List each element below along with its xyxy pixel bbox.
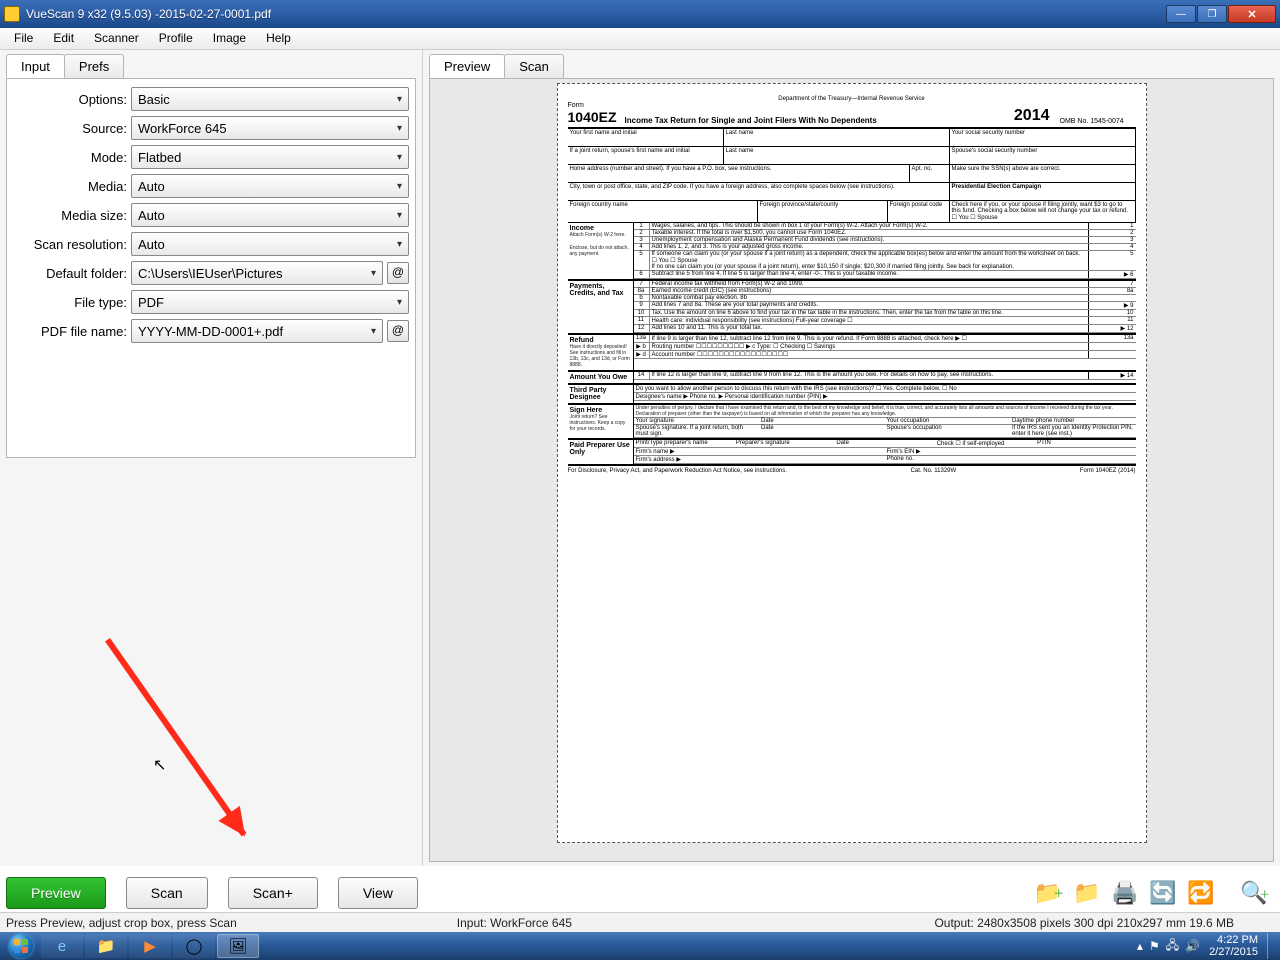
window-titlebar: VueScan 9 x32 (9.5.03) -2015-02-27-0001.… [0,0,1280,28]
select-mode[interactable]: Flatbed [131,145,409,169]
label-media: Media: [7,179,131,194]
tray-flag-icon[interactable]: ⚑ [1149,939,1160,953]
show-desktop-button[interactable] [1267,933,1275,959]
mouse-cursor-icon: ↖ [153,755,166,775]
printer-icon[interactable]: 🖨️ [1110,878,1140,908]
status-output: Output: 2480x3508 pixels 300 dpi 210x297… [934,916,1234,930]
label-filetype: File type: [7,295,131,310]
select-filetype[interactable]: PDF [131,290,409,314]
rotate-right-icon[interactable]: 🔁 [1186,878,1216,908]
menu-scanner[interactable]: Scanner [84,28,149,49]
minimize-button[interactable]: — [1166,5,1196,23]
select-mediasize[interactable]: Auto [131,203,409,227]
maximize-button[interactable]: ❐ [1197,5,1227,23]
preview-area[interactable]: Department of the Treasury—Internal Reve… [429,78,1274,862]
folder-icon[interactable]: 📁 [1072,878,1102,908]
menu-image[interactable]: Image [203,28,256,49]
browse-folder-button[interactable]: @ [387,262,409,284]
label-mode: Mode: [7,150,131,165]
select-options[interactable]: Basic [131,87,409,111]
close-button[interactable]: ✕ [1228,5,1276,23]
status-bar: Press Preview, adjust crop box, press Sc… [0,912,1280,932]
tray-volume-icon[interactable]: 🔊 [1185,939,1200,953]
label-mediasize: Media size: [7,208,131,223]
scanplus-button[interactable]: Scan+ [228,877,318,909]
select-source[interactable]: WorkForce 645 [131,116,409,140]
status-input: Input: WorkForce 645 [457,916,572,930]
select-scanresolution[interactable]: Auto [131,232,409,256]
menu-profile[interactable]: Profile [149,28,203,49]
taskbar-ie[interactable]: e [41,934,83,958]
menu-help[interactable]: Help [256,28,301,49]
tab-prefs[interactable]: Prefs [64,54,124,78]
start-button[interactable] [2,933,40,959]
taskbar-chrome[interactable]: ◯ [173,934,215,958]
tray-network-icon[interactable]: 🖧 [1166,936,1179,957]
taskbar: e 📁 ▶ ◯ 🖼 ▴ ⚑ 🖧 🔊 4:22 PM2/27/2015 [0,932,1280,960]
select-defaultfolder[interactable]: C:\Users\IEUser\Pictures [131,261,383,285]
status-hint: Press Preview, adjust crop box, press Sc… [6,916,237,930]
label-options: Options: [7,92,131,107]
view-button[interactable]: View [338,877,418,909]
window-title: VueScan 9 x32 (9.5.03) -2015-02-27-0001.… [26,7,1166,21]
taskbar-media[interactable]: ▶ [129,934,171,958]
tab-scan[interactable]: Scan [504,54,564,78]
tab-input[interactable]: Input [6,54,65,78]
label-source: Source: [7,121,131,136]
settings-pane: Input Prefs Options:Basic Source:WorkFor… [0,50,423,866]
select-media[interactable]: Auto [131,174,409,198]
tab-preview[interactable]: Preview [429,54,505,78]
new-folder-icon[interactable]: 📁＋ [1034,878,1064,908]
scanned-document: Department of the Treasury—Internal Reve… [557,83,1147,843]
app-icon [4,6,20,22]
tray-chevron-icon[interactable]: ▴ [1137,939,1143,953]
preview-button[interactable]: Preview [6,877,106,909]
taskbar-vuescan[interactable]: 🖼 [217,934,259,958]
scan-button[interactable]: Scan [126,877,208,909]
tray-clock[interactable]: 4:22 PM2/27/2015 [1209,934,1258,958]
select-pdffilename[interactable]: YYYY-MM-DD-0001+.pdf [131,319,383,343]
input-tab-body: Options:Basic Source:WorkForce 645 Mode:… [6,78,416,458]
taskbar-explorer[interactable]: 📁 [85,934,127,958]
preview-pane: Preview Scan Department of the Treasury—… [423,50,1280,866]
label-pdfname: PDF file name: [7,324,131,339]
windows-orb-icon [9,934,33,958]
zoom-icon[interactable]: 🔍＋ [1240,878,1270,908]
menu-file[interactable]: File [4,28,43,49]
menu-bar: File Edit Scanner Profile Image Help [0,28,1280,50]
rotate-left-icon[interactable]: 🔄 [1148,878,1178,908]
label-scanres: Scan resolution: [7,237,131,252]
action-button-row: Preview Scan Scan+ View 📁＋ 📁 🖨️ 🔄 🔁 🔍＋ [6,874,1274,912]
menu-edit[interactable]: Edit [43,28,84,49]
label-folder: Default folder: [7,266,131,281]
pdfname-options-button[interactable]: @ [387,320,409,342]
